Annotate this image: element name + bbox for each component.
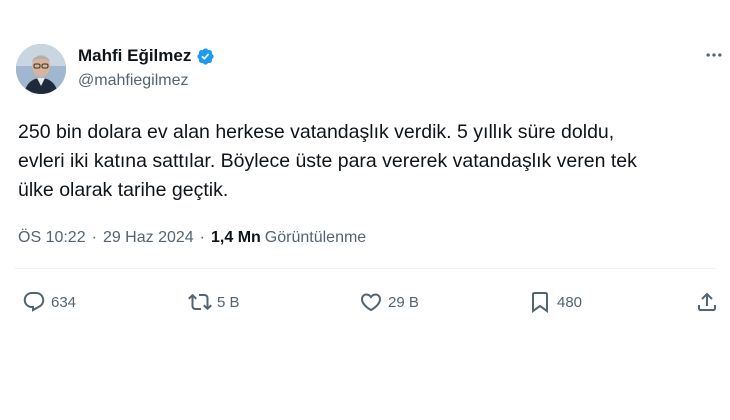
bookmark-button[interactable]: 480 <box>528 290 582 314</box>
author-handle[interactable]: @mahfiegilmez <box>78 72 189 90</box>
avatar[interactable] <box>16 44 66 94</box>
tweet-text-line: evleri iki katına sattılar. Böylece üste… <box>18 150 637 172</box>
tweet-text: 250 bin dolara ev alan herkese vatandaşl… <box>18 118 718 205</box>
meta-separator: · <box>199 229 205 246</box>
divider <box>14 336 716 337</box>
tweet-text-line: 250 bin dolara ev alan herkese vatandaşl… <box>18 121 615 143</box>
more-options-button[interactable] <box>703 44 725 66</box>
retweet-count: 5 B <box>217 293 240 311</box>
tweet-card: Mahfi Eğilmez @mahfiegilmez 250 bin dola… <box>0 0 730 420</box>
bookmark-count: 480 <box>557 293 583 311</box>
share-icon <box>698 292 716 311</box>
avatar-image <box>16 44 66 94</box>
verified-badge-icon <box>196 47 215 66</box>
tweet-text-line: ülke olarak tarihe geçtik. <box>18 179 229 201</box>
retweet-icon <box>188 293 212 311</box>
tweet-date[interactable]: 29 Haz 2024 <box>103 229 194 247</box>
meta-separator: · <box>91 229 97 246</box>
action-bar: 634 5 B 29 B 480 <box>0 284 730 324</box>
views-count[interactable]: 1,4 Mn <box>211 229 261 247</box>
more-horizontal-icon <box>706 53 722 57</box>
retweet-button[interactable]: 5 B <box>188 290 240 314</box>
heart-icon <box>360 293 382 312</box>
views-label[interactable]: Görüntülenme <box>265 229 366 247</box>
share-button[interactable] <box>695 290 719 314</box>
reply-icon <box>23 292 45 312</box>
reply-count: 634 <box>51 293 77 311</box>
tweet-time[interactable]: ÖS 10:22 <box>18 229 86 247</box>
like-count: 29 B <box>388 293 419 311</box>
tweet-meta: ÖS 10:22 · 29 Haz 2024 · 1,4 Mn Görüntül… <box>18 229 366 247</box>
author-name-row[interactable]: Mahfi Eğilmez <box>78 46 215 66</box>
bookmark-icon <box>532 292 548 313</box>
like-button[interactable]: 29 B <box>359 290 419 314</box>
reply-button[interactable]: 634 <box>22 290 76 314</box>
divider <box>14 268 716 269</box>
author-name[interactable]: Mahfi Eğilmez <box>78 46 191 66</box>
